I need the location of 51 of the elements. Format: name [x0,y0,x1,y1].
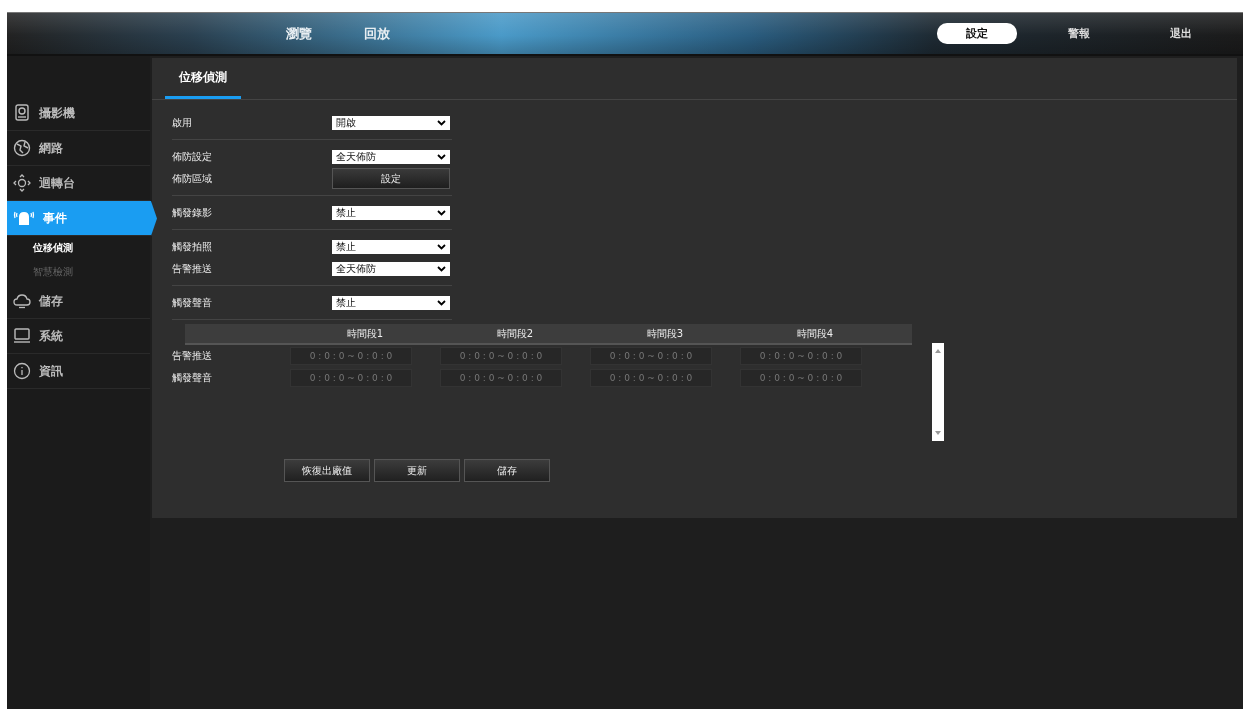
chevron-down-icon [437,265,446,272]
setting-label: 啟用 [172,115,193,130]
row-label: 觸發聲音 [172,371,213,385]
setting-label: 觸發錄影 [172,205,213,220]
dropdown[interactable]: 禁止 [332,239,450,254]
setup-button[interactable]: 設定 [332,168,450,189]
camera-icon [13,104,31,122]
dropdown[interactable]: 全天佈防 [332,149,450,164]
column-header: 時間段2 [495,326,535,341]
sidebar-subitem[interactable]: 位移偵測 [7,236,150,260]
action-button[interactable]: 更新 [374,459,460,482]
chevron-down-icon [437,299,446,306]
column-header: 時間段3 [645,326,685,341]
sidebar-item[interactable]: 儲存 [7,284,150,319]
column-header: 時間段1 [345,326,385,341]
action-button[interactable]: 儲存 [464,459,550,482]
sidebar-item[interactable]: 系統 [7,319,150,354]
chevron-down-icon [437,243,446,250]
info-icon [13,362,31,380]
section-tab[interactable]: 位移偵測 [165,58,241,99]
setting-label: 佈防區域 [172,171,213,186]
cloud-icon [13,292,31,310]
nav-tab[interactable]: 退出 [1141,23,1221,44]
setting-label: 佈防設定 [172,149,213,164]
dropdown[interactable]: 禁止 [332,205,450,220]
chevron-down-icon [437,209,446,216]
nav-tab[interactable]: 瀏覽 [286,21,312,46]
arrow-up-icon [935,349,941,353]
column-header: 時間段4 [795,326,835,341]
row-label: 告警推送 [172,349,213,363]
nav-tab[interactable]: 警報 [1039,23,1119,44]
setting-label: 觸發聲音 [172,295,213,310]
directional-pad-icon [13,174,31,192]
monitor-icon [13,327,31,345]
action-button[interactable]: 恢復出廠值 [284,459,370,482]
setting-label: 觸發拍照 [172,239,213,254]
chevron-down-icon [437,153,446,160]
nav-tab[interactable]: 設定 [937,23,1017,44]
nav-tab[interactable]: 回放 [364,21,390,46]
arrow-down-icon [935,431,941,435]
sidebar-item[interactable]: 資訊 [7,354,150,389]
sidebar-item[interactable]: 攝影機 [7,96,150,131]
sidebar-item[interactable]: 網路 [7,131,150,166]
dropdown[interactable]: 全天佈防 [332,261,450,276]
setting-label: 告警推送 [172,261,213,276]
dropdown[interactable]: 禁止 [332,295,450,310]
globe-icon [13,139,31,157]
scrollbar[interactable] [932,343,944,441]
chevron-down-icon [437,119,446,126]
dropdown[interactable]: 開啟 [332,115,450,130]
alarm-icon [13,209,35,227]
